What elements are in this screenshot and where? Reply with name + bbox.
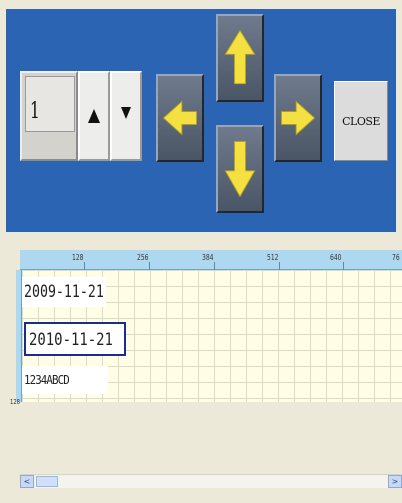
ruler-tick bbox=[343, 262, 344, 270]
move-left-button[interactable] bbox=[156, 74, 204, 162]
ruler-label: 76 bbox=[392, 253, 400, 262]
text-field-1234abcd[interactable]: 1234ABCD bbox=[22, 366, 108, 394]
arrow-left-icon bbox=[162, 100, 197, 136]
number-display-field: 1 bbox=[25, 76, 75, 132]
arrow-up-icon bbox=[224, 29, 256, 85]
ruler-tick bbox=[214, 262, 215, 270]
control-panel: 1 CLOSE bbox=[6, 9, 396, 232]
chevron-right-icon: > bbox=[391, 477, 399, 486]
move-down-button[interactable] bbox=[216, 125, 264, 213]
date-field-2009[interactable]: 2009-11-21 bbox=[22, 277, 106, 307]
field-text: 1234ABCD bbox=[24, 373, 70, 387]
horizontal-ruler: 128 256 384 512 640 76 bbox=[20, 250, 402, 270]
chevron-left-icon: < bbox=[23, 477, 31, 486]
date-field-2010-selected[interactable]: 2010-11-21 bbox=[24, 322, 126, 356]
ruler-label: 512 bbox=[267, 253, 279, 262]
scroll-left-button[interactable]: < bbox=[20, 475, 34, 488]
triangle-down-icon bbox=[121, 107, 131, 119]
scroll-thumb[interactable] bbox=[36, 476, 58, 487]
spin-up-button[interactable] bbox=[78, 71, 110, 161]
ruler-label: 640 bbox=[330, 253, 342, 262]
field-text: 2010-11-21 bbox=[29, 330, 113, 350]
number-value: 1 bbox=[30, 99, 40, 124]
scroll-right-button[interactable]: > bbox=[388, 475, 402, 488]
ruler-label: 128 bbox=[72, 253, 84, 262]
close-button[interactable]: CLOSE bbox=[334, 81, 388, 161]
move-right-button[interactable] bbox=[274, 74, 322, 162]
ruler-tick bbox=[84, 262, 85, 270]
arrow-down-icon bbox=[224, 141, 256, 198]
field-text: 2009-11-21 bbox=[24, 282, 104, 302]
horizontal-scrollbar[interactable]: < > bbox=[20, 474, 402, 488]
spin-down-button[interactable] bbox=[110, 71, 142, 161]
ruler-label: 256 bbox=[137, 253, 149, 262]
arrow-right-icon bbox=[281, 100, 316, 136]
ruler-tick bbox=[279, 262, 280, 270]
design-canvas[interactable]: 2009-11-21 2010-11-21 1234ABCD bbox=[22, 270, 402, 402]
label-designer: 128 256 384 512 640 76 128 2009-11-21 20… bbox=[6, 236, 402, 503]
ruler-label: 128 bbox=[10, 398, 21, 406]
move-up-button[interactable] bbox=[216, 14, 264, 102]
ruler-label: 384 bbox=[202, 253, 214, 262]
ruler-tick bbox=[149, 262, 150, 270]
number-display[interactable]: 1 bbox=[20, 71, 78, 161]
triangle-up-icon bbox=[88, 109, 100, 123]
